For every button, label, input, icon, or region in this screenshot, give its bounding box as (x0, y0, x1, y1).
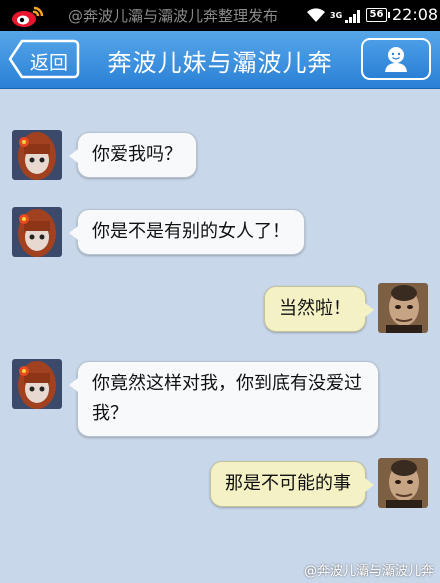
battery-icon: 56 (366, 8, 390, 22)
profile-button[interactable] (361, 38, 431, 80)
clock: 22:08 (392, 5, 439, 24)
message-text: 你是不是有别的女人了！ (92, 221, 290, 242)
monster-avatar[interactable] (378, 283, 428, 333)
message-text: 当然啦！ (279, 298, 351, 319)
chat-header: 返回 奔波儿妹与灞波儿奔 (0, 31, 440, 89)
message-bubble[interactable]: 当然啦！ (264, 286, 374, 332)
network-type: 3G (330, 11, 343, 20)
message-bubble[interactable]: 你是不是有别的女人了！ (69, 209, 305, 255)
back-button[interactable]: 返回 (8, 39, 80, 79)
chat-title: 奔波儿妹与灞波儿奔 (107, 49, 333, 77)
message-bubble[interactable]: 你竟然这样对我，你到底有没爱过我？ (69, 361, 379, 437)
girl-avatar[interactable] (12, 359, 62, 409)
back-label: 返回 (30, 52, 69, 74)
message-bubble[interactable]: 那是不可能的事 (210, 461, 374, 507)
signal-icon (345, 10, 360, 23)
message-text: 你爱我吗？ (92, 144, 182, 165)
footer-watermark: @奔波儿灞与灞波儿奔 (303, 564, 434, 579)
chat-area[interactable]: 你爱我吗？ 你是不是有别的女人了！ 当然啦！ 你竟然这样对我，你到底有没爱过我？… (0, 88, 440, 583)
status-bar: @奔波儿灞与灞波儿奔整理发布 3G 56 22:08 (0, 0, 440, 31)
weibo-logo-icon (12, 6, 44, 27)
status-watermark: @奔波儿灞与灞波儿奔整理发布 (68, 7, 279, 25)
person-icon (385, 47, 407, 72)
message-text: 那是不可能的事 (225, 473, 351, 494)
wifi-icon (307, 8, 325, 22)
girl-avatar[interactable] (12, 207, 62, 257)
message-bubble[interactable]: 你爱我吗？ (69, 132, 197, 178)
message-text: 你竟然这样对我，你到底有没爱过我？ (92, 373, 362, 424)
girl-avatar[interactable] (12, 130, 62, 180)
monster-avatar[interactable] (378, 458, 428, 508)
